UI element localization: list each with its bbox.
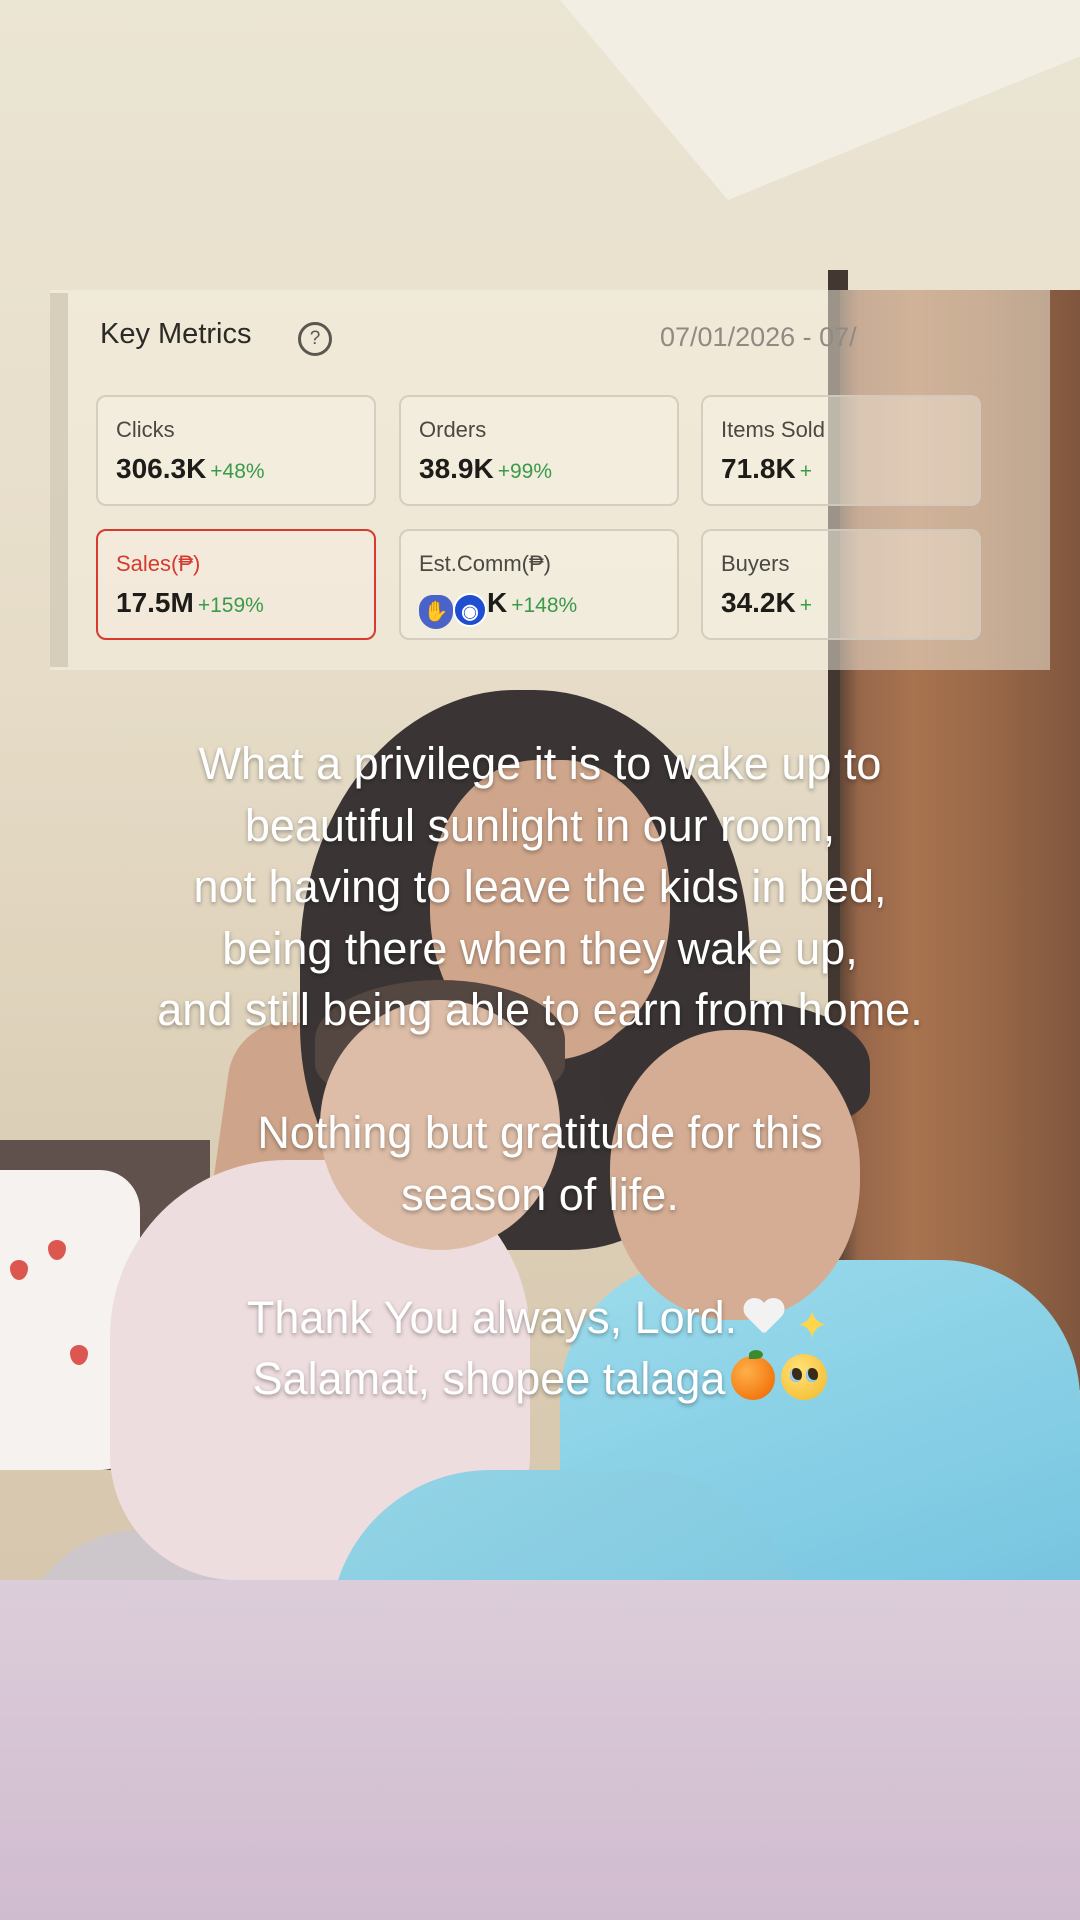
metric-card-items-sold[interactable]: Items Sold 71.8K +	[701, 395, 981, 506]
caption-line: Nothing but gratitude for this	[257, 1107, 823, 1158]
metric-card-clicks[interactable]: Clicks 306.3K +48%	[96, 395, 376, 506]
caption-line: not having to leave the kids in bed,	[193, 861, 887, 912]
nazar-amulet-icon: ◉	[453, 593, 487, 627]
metric-label: Sales(₱)	[116, 551, 201, 576]
caption-line: being there when they wake up,	[222, 922, 858, 974]
metric-label: Orders	[419, 417, 487, 442]
metric-card-orders[interactable]: Orders 38.9K +99%	[399, 395, 679, 506]
orange-icon	[731, 1350, 776, 1400]
pleading-face-icon	[781, 1354, 828, 1400]
metric-card-sales[interactable]: Sales(₱) 17.5M +159%	[96, 529, 376, 640]
metric-card-est-comm[interactable]: Est.Comm(₱) ✋ ◉ K +148%	[399, 529, 679, 640]
metric-value: 306.3K	[116, 453, 207, 484]
metric-change: +	[799, 594, 812, 617]
caption-line-thanks: Thank You always, Lord. ✦	[40, 1287, 1040, 1349]
metric-label: Buyers	[721, 551, 790, 576]
metric-change: +99%	[497, 460, 553, 483]
question-circle-icon[interactable]: ?	[298, 322, 332, 356]
key-metrics-title: Key Metrics	[100, 318, 252, 350]
caption-line: and still being able to earn from home.	[157, 984, 923, 1035]
metric-value: 38.9K	[419, 453, 494, 484]
metric-label: Est.Comm(₱)	[419, 551, 551, 576]
hamsa-icon: ✋	[419, 595, 453, 629]
metric-value: 34.2K	[721, 587, 796, 618]
metric-change: +48%	[210, 460, 265, 483]
sparkles-icon: ✦	[795, 1303, 829, 1348]
caption-line: Thank You always, Lord.	[246, 1291, 738, 1343]
metric-change: +	[799, 460, 812, 483]
white-heart-icon	[743, 1299, 785, 1339]
caption-line: beautiful sunlight in our room,	[244, 799, 836, 851]
metric-label: Clicks	[116, 417, 175, 442]
metric-change: +159%	[197, 594, 264, 617]
metric-value: K	[487, 587, 508, 618]
caption-line: season of life.	[401, 1168, 679, 1220]
metric-card-buyers[interactable]: Buyers 34.2K +	[701, 529, 981, 640]
metric-change: +148%	[511, 594, 578, 617]
caption-line-salamat: Salamat, shopee talaga	[40, 1348, 1040, 1410]
metric-value: 71.8K	[721, 453, 796, 484]
caption-line: What a privilege it is to wake up to	[198, 738, 882, 789]
date-range[interactable]: 07/01/2026 - 07/	[660, 322, 857, 353]
metric-label: Items Sold	[721, 417, 825, 442]
caption-line: Salamat, shopee talaga	[252, 1353, 726, 1404]
caption-text: What a privilege it is to wake up to bea…	[40, 733, 1040, 1410]
panel-scrollbar	[50, 293, 68, 667]
metric-value: 17.5M	[116, 587, 194, 618]
